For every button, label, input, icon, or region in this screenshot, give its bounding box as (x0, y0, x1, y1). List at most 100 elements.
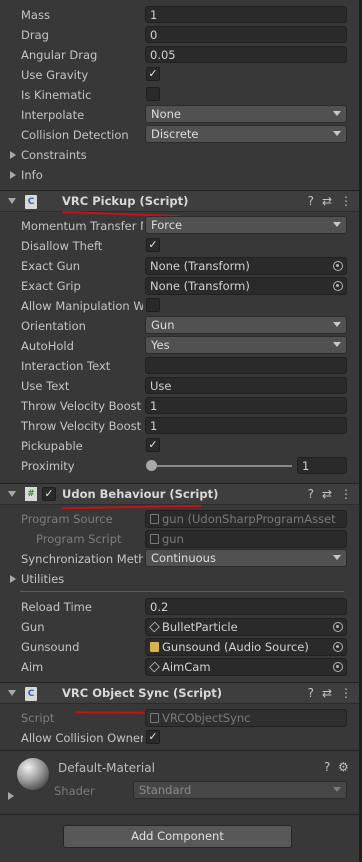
exact-gun-field[interactable]: None (Transform) (145, 257, 347, 275)
use-text-field[interactable]: Use (145, 377, 347, 394)
mass-label: Mass (21, 8, 50, 22)
object-picker-icon[interactable] (333, 642, 343, 652)
udon-enabled-checkbox[interactable]: ✓ (42, 487, 56, 501)
help-icon[interactable]: ? (308, 686, 314, 700)
info-foldout-icon[interactable] (10, 171, 16, 179)
synchronization-method-label: Synchronization Meth (21, 552, 143, 566)
exact-gun-value: None (Transform) (150, 259, 250, 273)
is-kinematic-checkbox[interactable] (146, 87, 160, 101)
vrc-object-sync-header[interactable]: C VRC Object Sync (Script) ? ⇄ ⋮ (0, 682, 362, 704)
allow-manipulation-checkbox[interactable] (146, 298, 160, 312)
proximity-slider-handle[interactable] (146, 460, 157, 471)
angular-drag-field[interactable]: 0.05 (145, 46, 347, 63)
throw-velocity-boost-field-2[interactable]: 1 (145, 417, 347, 434)
orientation-dropdown[interactable]: Gun (145, 316, 347, 334)
help-icon[interactable]: ? (308, 487, 314, 501)
gunsound-label: Gunsound (21, 640, 80, 654)
throw-velocity-boost-label: Throw Velocity Boost (21, 399, 142, 413)
chevron-down-icon (333, 111, 341, 116)
interaction-text-label: Interaction Text (21, 359, 111, 373)
disallow-theft-checkbox[interactable]: ✓ (146, 238, 160, 252)
context-menu-icon[interactable]: ⋮ (340, 487, 352, 501)
momentum-transfer-dropdown[interactable]: Force (145, 216, 347, 234)
collapse-arrow-icon[interactable] (8, 690, 16, 696)
exact-grip-field[interactable]: None (Transform) (145, 277, 347, 295)
object-picker-icon[interactable] (333, 261, 343, 271)
audio-source-icon (150, 642, 159, 652)
script-icon: C (25, 195, 37, 209)
aim-label: Aim (21, 660, 44, 674)
material-preview-sphere (17, 758, 49, 790)
gunsound-value: Gunsound (Audio Source) (162, 640, 309, 654)
allow-manipulation-label: Allow Manipulation Wl (21, 299, 143, 313)
help-icon[interactable]: ? (324, 760, 330, 774)
pickupable-label: Pickupable (21, 439, 83, 453)
pickupable-checkbox[interactable]: ✓ (146, 438, 160, 452)
help-icon[interactable]: ? (308, 194, 314, 208)
object-picker-icon[interactable] (333, 281, 343, 291)
chevron-down-icon (333, 342, 341, 347)
autohold-label: AutoHold (21, 339, 74, 353)
collapse-arrow-icon[interactable] (8, 491, 16, 497)
disallow-theft-label: Disallow Theft (21, 239, 103, 253)
settings-gear-icon[interactable]: ⚙ (338, 760, 349, 774)
constraints-foldout-icon[interactable] (10, 151, 16, 159)
script-value: VRCObjectSync (162, 711, 251, 725)
utilities-foldout-icon[interactable] (10, 575, 16, 583)
synchronization-method-dropdown[interactable]: Continuous (145, 549, 347, 567)
autohold-dropdown[interactable]: Yes (145, 336, 347, 354)
aim-field[interactable]: AimCam (145, 658, 347, 676)
interpolate-dropdown[interactable]: None (145, 105, 347, 123)
reload-time-field[interactable]: 0.2 (145, 598, 347, 615)
presets-icon[interactable]: ⇄ (322, 194, 332, 208)
collision-detection-label: Collision Detection (21, 128, 129, 142)
presets-icon[interactable]: ⇄ (322, 686, 332, 700)
presets-icon[interactable]: ⇄ (322, 487, 332, 501)
asset-icon (150, 514, 159, 524)
add-component-button[interactable]: Add Component (63, 825, 292, 848)
gun-value: BulletParticle (162, 620, 238, 634)
context-menu-icon[interactable]: ⋮ (340, 194, 352, 208)
exact-gun-label: Exact Gun (21, 259, 81, 273)
collision-detection-dropdown[interactable]: Discrete (145, 125, 347, 143)
constraints-label[interactable]: Constraints (21, 148, 87, 162)
material-foldout-icon[interactable] (8, 792, 14, 800)
collapse-arrow-icon[interactable] (8, 198, 16, 204)
object-picker-icon[interactable] (333, 662, 343, 672)
use-gravity-checkbox[interactable]: ✓ (146, 67, 160, 81)
throw-velocity-boost-field[interactable]: 1 (145, 397, 347, 414)
vrc-object-sync-title: VRC Object Sync (Script) (62, 686, 223, 700)
object-picker-icon[interactable] (333, 622, 343, 632)
use-text-label: Use Text (21, 379, 70, 393)
interpolate-value: None (151, 107, 182, 121)
program-script-field: gun (145, 530, 347, 548)
script-field: VRCObjectSync (145, 709, 347, 727)
synchronization-method-value: Continuous (151, 551, 216, 565)
program-source-label: Program Source (21, 512, 113, 526)
shader-value: Standard (139, 783, 192, 797)
gunsound-field[interactable]: Gunsound (Audio Source) (145, 638, 347, 656)
section-divider (0, 750, 362, 751)
orientation-value: Gun (151, 318, 175, 332)
vrc-pickup-header[interactable]: C VRC Pickup (Script) ? ⇄ ⋮ (0, 190, 362, 212)
utilities-label[interactable]: Utilities (21, 572, 64, 586)
allow-collision-ownership-checkbox[interactable]: ✓ (146, 730, 160, 744)
section-divider (0, 814, 362, 815)
gun-field[interactable]: BulletParticle (145, 618, 347, 636)
program-source-field: gun (UdonSharpProgramAsset (145, 510, 347, 528)
chevron-down-icon (333, 222, 341, 227)
drag-field[interactable]: 0 (145, 26, 347, 43)
drag-label: Drag (21, 28, 49, 42)
reload-time-label: Reload Time (21, 600, 92, 614)
proximity-slider-track[interactable] (150, 465, 292, 467)
mass-field[interactable]: 1 (145, 6, 347, 23)
chevron-down-icon (333, 131, 341, 136)
udon-behaviour-header[interactable]: # ✓ Udon Behaviour (Script) ? ⇄ ⋮ (0, 483, 362, 505)
info-label[interactable]: Info (21, 168, 43, 182)
proximity-field[interactable]: 1 (297, 457, 347, 474)
context-menu-icon[interactable]: ⋮ (340, 686, 352, 700)
momentum-transfer-label: Momentum Transfer M (21, 219, 143, 233)
shader-dropdown[interactable]: Standard (133, 781, 347, 799)
interaction-text-field[interactable] (145, 357, 347, 374)
udon-script-icon: # (25, 487, 37, 501)
